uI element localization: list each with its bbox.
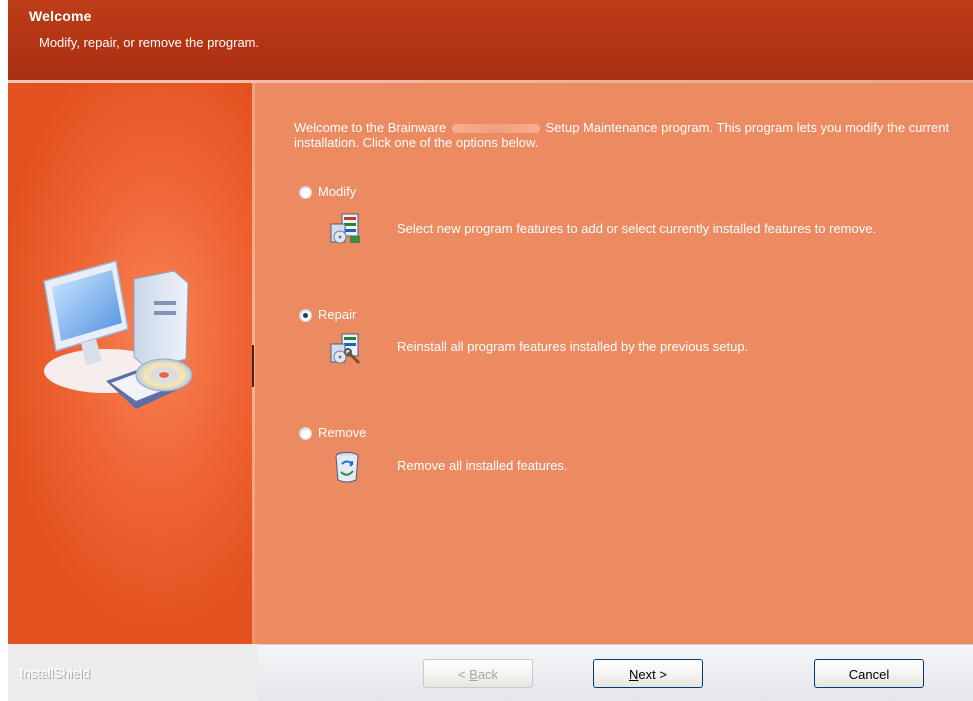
side-illustration-panel — [8, 83, 254, 644]
remove-description: Remove all installed features. — [397, 458, 568, 473]
divider-marker — [252, 345, 254, 387]
installer-window: Welcome Modify, repair, or remove the pr… — [8, 0, 973, 701]
repair-label[interactable]: Repair — [318, 307, 356, 322]
repair-description: Reinstall all program features installed… — [397, 339, 749, 354]
next-button[interactable]: Next > — [593, 659, 703, 688]
cancel-button[interactable]: Cancel — [814, 659, 924, 688]
intro-text: Welcome to the Brainware Setup Maintenan… — [294, 120, 954, 150]
page-subtitle: Modify, repair, or remove the program. — [39, 35, 260, 50]
modify-label[interactable]: Modify — [318, 184, 356, 199]
back-label: ack — [477, 667, 499, 682]
remove-label[interactable]: Remove — [318, 425, 366, 440]
back-button[interactable]: < Back — [423, 659, 533, 688]
brand-area: InstallShield — [8, 644, 258, 701]
back-accesskey: B — [469, 667, 478, 682]
page-title: Welcome — [29, 8, 92, 24]
computer-with-cd-icon — [43, 260, 193, 409]
modify-description: Select new program features to add or se… — [397, 221, 877, 236]
back-prefix: < — [457, 667, 470, 682]
redacted-product-name — [451, 124, 540, 134]
intro-prefix: Welcome to the Brainware — [294, 120, 447, 135]
next-accesskey: N — [629, 667, 639, 682]
remove-radio[interactable] — [299, 427, 312, 440]
repair-radio[interactable] — [299, 309, 312, 322]
modify-program-icon — [330, 213, 360, 244]
recycle-bin-icon — [335, 452, 359, 483]
main-content: Welcome to the Brainware Setup Maintenan… — [255, 83, 973, 644]
next-label: ext > — [638, 667, 667, 682]
installshield-brand: InstallShield — [20, 666, 91, 681]
header-banner: Welcome Modify, repair, or remove the pr… — [8, 0, 973, 80]
modify-radio[interactable] — [299, 186, 312, 199]
repair-program-icon — [330, 333, 361, 365]
